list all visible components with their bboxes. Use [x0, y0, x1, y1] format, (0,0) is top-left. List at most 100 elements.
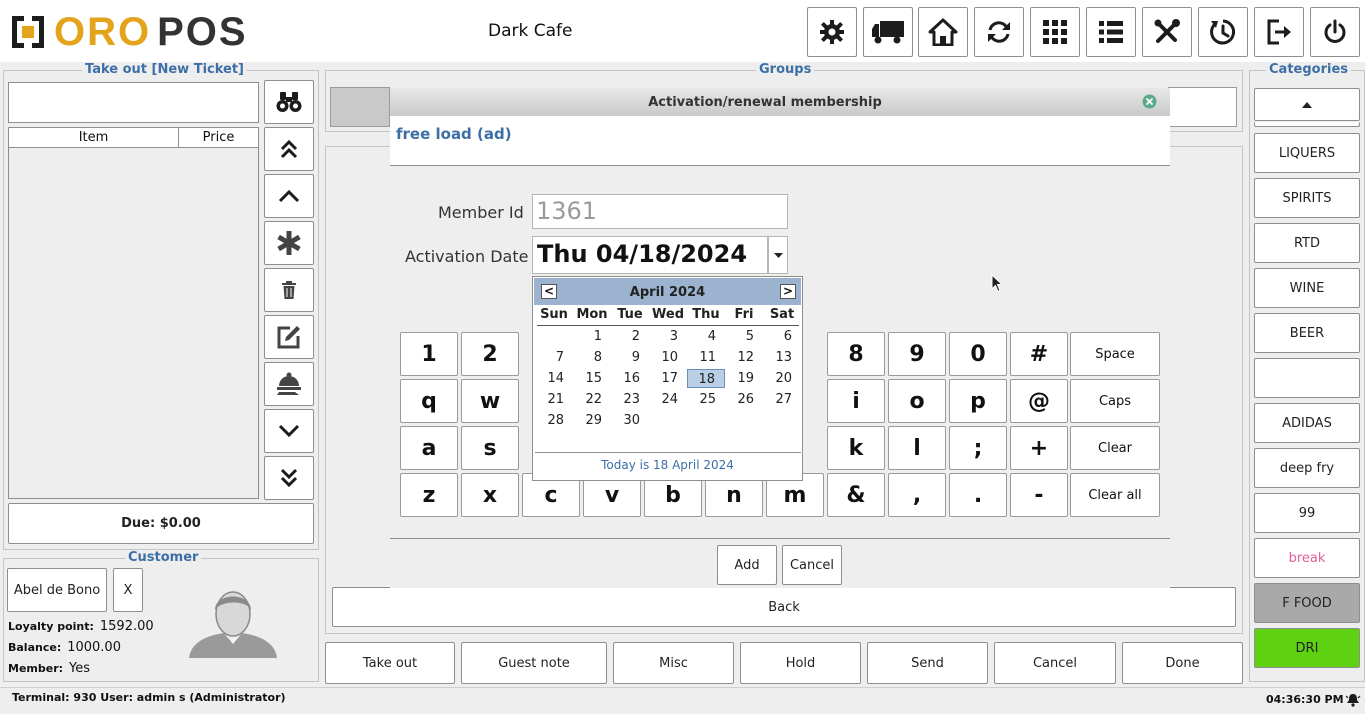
key-o[interactable]: o: [888, 379, 946, 423]
calendar-day-13[interactable]: 13: [763, 348, 801, 367]
calendar-day-4[interactable]: 4: [687, 327, 725, 346]
guest-note-button[interactable]: Guest note: [461, 642, 607, 684]
key-k[interactable]: k: [827, 426, 885, 470]
calendar-day-8[interactable]: 8: [573, 348, 611, 367]
key-8[interactable]: 8: [827, 332, 885, 376]
calendar-day-9[interactable]: 9: [611, 348, 649, 367]
key-2[interactable]: 2: [461, 332, 519, 376]
calendar-day-6[interactable]: 6: [763, 327, 801, 346]
scroll-up-button[interactable]: [264, 174, 314, 218]
key-at[interactable]: @: [1010, 379, 1068, 423]
key-space[interactable]: Space: [1070, 332, 1160, 376]
due-amount[interactable]: Due: $0.00: [8, 503, 314, 544]
delete-item-button[interactable]: [264, 268, 314, 312]
calendar-today-label[interactable]: Today is 18 April 2024: [533, 458, 802, 472]
hold-button[interactable]: Hold: [740, 642, 861, 684]
category-blank[interactable]: [1254, 358, 1360, 398]
customer-name-button[interactable]: Abel de Bono: [7, 568, 107, 612]
key-s[interactable]: s: [461, 426, 519, 470]
category-break[interactable]: break: [1254, 538, 1360, 578]
key-x[interactable]: x: [461, 473, 519, 517]
delivery-button[interactable]: [863, 7, 913, 57]
calendar-day-15[interactable]: 15: [573, 369, 611, 388]
done-button[interactable]: Done: [1122, 642, 1243, 684]
notification-bell-icon[interactable]: [1345, 693, 1361, 707]
key-minus[interactable]: -: [1010, 473, 1068, 517]
key-comma[interactable]: ,: [888, 473, 946, 517]
calendar-day-30[interactable]: 30: [611, 411, 649, 430]
scroll-bottom-button[interactable]: [264, 456, 314, 500]
calendar-day-24[interactable]: 24: [649, 390, 687, 409]
edit-item-button[interactable]: [264, 315, 314, 359]
calendar-day-21[interactable]: 21: [535, 390, 573, 409]
calendar-day-3[interactable]: 3: [649, 327, 687, 346]
add-button[interactable]: Add: [717, 545, 777, 585]
calendar-day-16[interactable]: 16: [611, 369, 649, 388]
key-q[interactable]: q: [400, 379, 458, 423]
tools-button[interactable]: [1142, 7, 1192, 57]
calendar-day-18[interactable]: 18: [687, 369, 725, 388]
next-month-button[interactable]: >: [780, 284, 796, 299]
key-w[interactable]: w: [461, 379, 519, 423]
category-beer[interactable]: BEER: [1254, 313, 1360, 353]
calendar-day-10[interactable]: 10: [649, 348, 687, 367]
apps-grid-button[interactable]: [1030, 7, 1080, 57]
home-button[interactable]: [918, 7, 968, 57]
scroll-down-button[interactable]: [264, 409, 314, 453]
list-button[interactable]: [1086, 7, 1136, 57]
category-adidas[interactable]: ADIDAS: [1254, 403, 1360, 443]
calendar-day-2[interactable]: 2: [611, 327, 649, 346]
modifier-button[interactable]: [264, 221, 314, 265]
category-wine[interactable]: WINE: [1254, 268, 1360, 308]
key-caps[interactable]: Caps: [1070, 379, 1160, 423]
cooking-instruction-button[interactable]: [264, 362, 314, 406]
category-deep-fry[interactable]: deep fry: [1254, 448, 1360, 488]
cancel-ticket-button[interactable]: Cancel: [994, 642, 1116, 684]
key-period[interactable]: .: [949, 473, 1007, 517]
settings-button[interactable]: [807, 7, 857, 57]
key-a[interactable]: a: [400, 426, 458, 470]
calendar-day-17[interactable]: 17: [649, 369, 687, 388]
back-button[interactable]: Back: [332, 587, 1236, 627]
calendar-day-5[interactable]: 5: [725, 327, 763, 346]
key-clear[interactable]: Clear: [1070, 426, 1160, 470]
key-clear-all[interactable]: Clear all: [1070, 473, 1160, 517]
key-semicolon[interactable]: ;: [949, 426, 1007, 470]
category-dri[interactable]: DRI: [1254, 628, 1360, 668]
calendar-day-25[interactable]: 25: [687, 390, 725, 409]
key-z[interactable]: z: [400, 473, 458, 517]
key-0[interactable]: 0: [949, 332, 1007, 376]
key-l[interactable]: l: [888, 426, 946, 470]
key-plus[interactable]: +: [1010, 426, 1068, 470]
key-ampersand[interactable]: &: [827, 473, 885, 517]
calendar-day-26[interactable]: 26: [725, 390, 763, 409]
calendar-day-20[interactable]: 20: [763, 369, 801, 388]
logout-button[interactable]: [1254, 7, 1304, 57]
calendar-day-12[interactable]: 12: [725, 348, 763, 367]
categories-scroll-up-button[interactable]: [1254, 88, 1360, 121]
key-hash[interactable]: #: [1010, 332, 1068, 376]
ticket-search-input[interactable]: [8, 82, 259, 123]
power-button[interactable]: [1310, 7, 1360, 57]
remove-customer-button[interactable]: X: [113, 568, 143, 612]
key-1[interactable]: 1: [400, 332, 458, 376]
calendar-day-27[interactable]: 27: [763, 390, 801, 409]
calendar-day-19[interactable]: 19: [725, 369, 763, 388]
calendar-day-11[interactable]: 11: [687, 348, 725, 367]
category-99[interactable]: 99: [1254, 493, 1360, 533]
calendar-day-1[interactable]: 1: [573, 327, 611, 346]
calendar-day-23[interactable]: 23: [611, 390, 649, 409]
category-spirits[interactable]: SPIRITS: [1254, 178, 1360, 218]
column-price-header[interactable]: Price: [179, 130, 258, 145]
category-f-food[interactable]: F FOOD: [1254, 583, 1360, 623]
clock-out-button[interactable]: [1198, 7, 1248, 57]
refresh-button[interactable]: [974, 7, 1024, 57]
scroll-top-button[interactable]: [264, 127, 314, 171]
calendar-day-14[interactable]: 14: [535, 369, 573, 388]
dialog-cancel-button[interactable]: Cancel: [782, 545, 842, 585]
category-rtd[interactable]: RTD: [1254, 223, 1360, 263]
column-item-header[interactable]: Item: [9, 130, 178, 145]
take-out-button[interactable]: Take out: [325, 642, 455, 684]
send-button[interactable]: Send: [867, 642, 988, 684]
key-i[interactable]: i: [827, 379, 885, 423]
